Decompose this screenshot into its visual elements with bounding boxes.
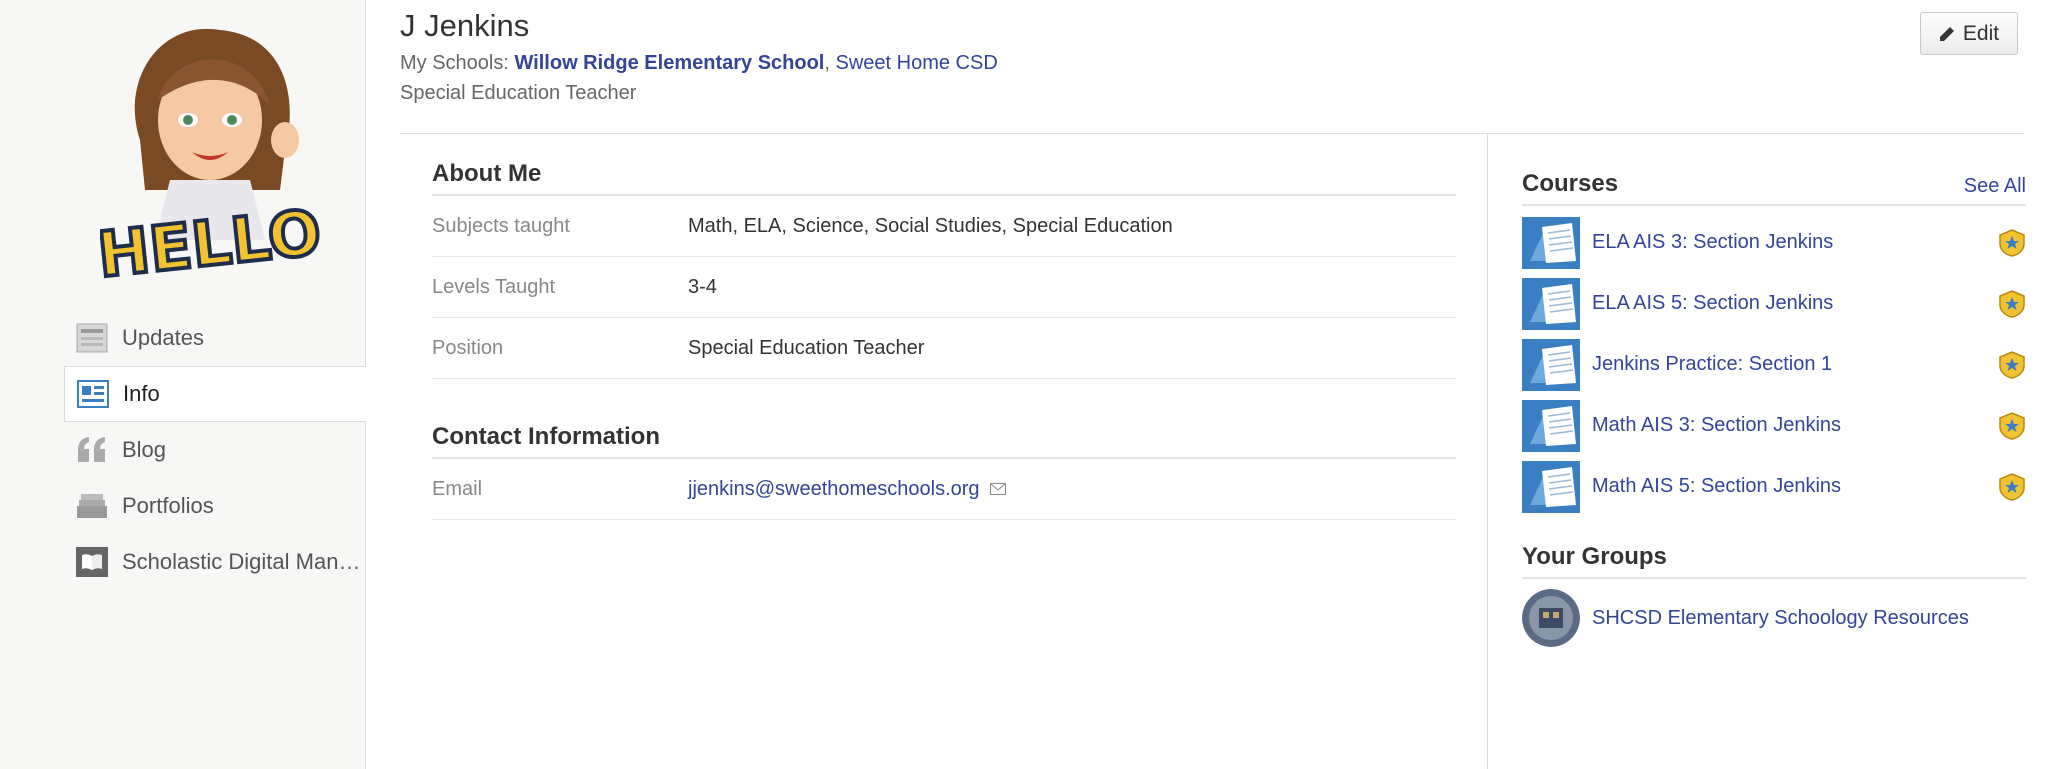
- row-label: Position: [432, 336, 504, 359]
- sidebar-item-blog[interactable]: Blog: [64, 422, 366, 478]
- course-thumbnail: [1522, 460, 1580, 513]
- sidebar-item-info[interactable]: Info: [64, 366, 366, 422]
- info-row: Levels Taught 3-4: [432, 257, 1456, 318]
- course-name[interactable]: Jenkins Practice: Section 1: [1592, 353, 1998, 376]
- sidebar-item-label: Scholastic Digital Manager: [122, 549, 366, 574]
- contact-info-title: Contact Information: [432, 423, 1456, 459]
- row-value: Math, ELA, Science, Social Studies, Spec…: [688, 214, 1173, 237]
- row-value: Special Education Teacher: [688, 336, 925, 359]
- see-all-link[interactable]: See All: [1964, 175, 2026, 198]
- course-badge-icon: [1999, 472, 2025, 501]
- mail-icon: [989, 483, 1006, 495]
- row-label: Levels Taught: [432, 275, 556, 298]
- profile-name: J Jenkins: [400, 8, 530, 43]
- info-icon: [77, 378, 109, 410]
- course-badge-icon: [1999, 411, 2025, 440]
- course-thumbnail: [1522, 399, 1580, 452]
- course-list: ELA AIS 3: Section Jenkins ELA AIS 5: Sec…: [1522, 212, 2026, 517]
- school-primary-link[interactable]: Willow Ridge Elementary School: [514, 52, 824, 74]
- course-item[interactable]: Math AIS 3: Section Jenkins: [1522, 395, 2026, 456]
- updates-icon: [76, 322, 108, 354]
- sidebar-item-label: Portfolios: [122, 493, 214, 518]
- course-badge-icon: [1999, 350, 2025, 379]
- info-main: About Me Subjects taught Math, ELA, Scie…: [432, 160, 1456, 520]
- course-thumbnail: [1522, 338, 1580, 391]
- email-link[interactable]: jjenkins@sweethomeschools.org: [688, 478, 1006, 501]
- contact-section: Contact Information Email jjenkins@sweet…: [432, 423, 1456, 520]
- schools-separator: ,: [824, 52, 836, 74]
- courses-header: Courses See All: [1522, 170, 2026, 206]
- school-secondary-link[interactable]: Sweet Home CSD: [835, 52, 997, 74]
- course-badge-icon: [1999, 289, 2025, 318]
- course-item[interactable]: ELA AIS 3: Section Jenkins: [1522, 212, 2026, 273]
- groups-title: Your Groups: [1522, 543, 1667, 570]
- course-name[interactable]: Math AIS 5: Section Jenkins: [1592, 475, 1998, 498]
- info-row: Subjects taught Math, ELA, Science, Soci…: [432, 196, 1456, 257]
- quote-icon: [76, 434, 108, 466]
- sidebar-item-label: Blog: [122, 437, 167, 462]
- email-value: jjenkins@sweethomeschools.org: [688, 477, 980, 500]
- svg-text:HELLO: HELLO: [100, 196, 320, 290]
- about-me-title: About Me: [432, 160, 1456, 196]
- portfolio-icon: [76, 490, 108, 522]
- sidebar-item-updates[interactable]: Updates: [64, 310, 366, 366]
- sidebar-item-label: Updates: [122, 325, 204, 350]
- group-avatar: [1522, 589, 1580, 647]
- group-item[interactable]: SHCSD Elementary Schoology Resources: [1522, 583, 2026, 653]
- edit-button[interactable]: Edit: [1920, 12, 2018, 55]
- course-thumbnail: [1522, 277, 1580, 330]
- sidebar: HELLO Updates Info Blog Portfolios Schol…: [0, 0, 366, 769]
- my-schools: My Schools: Willow Ridge Elementary Scho…: [400, 52, 998, 75]
- course-item[interactable]: Jenkins Practice: Section 1: [1522, 334, 2026, 395]
- groups-section: Your Groups SHCSD Elementary Schoology R…: [1522, 543, 2026, 653]
- courses-title: Courses: [1522, 170, 1619, 197]
- right-column: Courses See All ELA AIS 3: Section Jenki…: [1522, 170, 2026, 653]
- course-item[interactable]: Math AIS 5: Section Jenkins: [1522, 456, 2026, 517]
- course-name[interactable]: ELA AIS 5: Section Jenkins: [1592, 292, 1998, 315]
- column-divider: [1487, 134, 1488, 769]
- course-name[interactable]: ELA AIS 3: Section Jenkins: [1592, 231, 1998, 254]
- sidebar-nav: Updates Info Blog Portfolios Scholastic …: [64, 310, 366, 590]
- email-label: Email: [432, 477, 483, 500]
- profile-header: J Jenkins My Schools: Willow Ridge Eleme…: [400, 0, 2024, 134]
- profile-role: Special Education Teacher: [400, 82, 637, 104]
- sidebar-item-scholastic[interactable]: Scholastic Digital Manager: [64, 534, 366, 590]
- row-label: Subjects taught: [432, 214, 570, 237]
- edit-label: Edit: [1962, 21, 2000, 45]
- info-row: Email jjenkins@sweethomeschools.org: [432, 459, 1456, 520]
- sidebar-item-portfolios[interactable]: Portfolios: [64, 478, 366, 534]
- pencil-icon: [1939, 26, 1954, 41]
- course-thumbnail: [1522, 216, 1580, 269]
- book-icon: [76, 546, 108, 578]
- row-value: 3-4: [688, 275, 717, 298]
- groups-header: Your Groups: [1522, 543, 2026, 579]
- group-name[interactable]: SHCSD Elementary Schoology Resources: [1592, 607, 2026, 630]
- sidebar-item-label: Info: [123, 381, 160, 406]
- course-name[interactable]: Math AIS 3: Section Jenkins: [1592, 414, 1998, 437]
- info-row: Position Special Education Teacher: [432, 318, 1456, 379]
- course-badge-icon: [1999, 228, 2025, 257]
- schools-prefix: My Schools:: [400, 52, 515, 74]
- course-item[interactable]: ELA AIS 5: Section Jenkins: [1522, 273, 2026, 334]
- avatar: HELLO: [100, 28, 320, 290]
